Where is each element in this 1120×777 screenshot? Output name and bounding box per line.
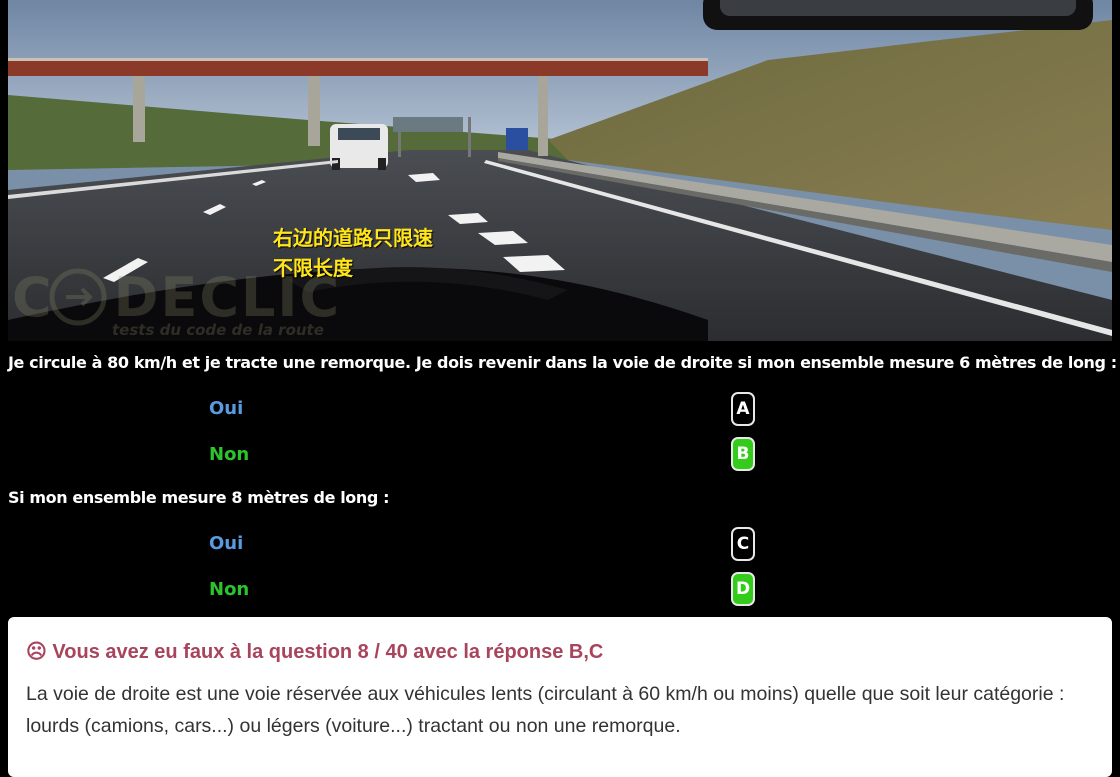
watermark-subtitle: tests du code de la route: [112, 321, 324, 339]
overlay-annotation-line2: 不限长度: [273, 256, 353, 280]
answer-c-button[interactable]: C: [731, 527, 755, 561]
overlay-annotation-line1: 右边的道路只限速: [273, 226, 433, 250]
highway-scene: C DECLIC: [8, 0, 1112, 341]
question-2-text: Si mon ensemble mesure 8 mètres de long …: [8, 488, 390, 507]
question-photo: C DECLIC 右边的道路只限速 不限长度: [8, 0, 1112, 341]
answer-a-button[interactable]: A: [731, 392, 755, 426]
feedback-explanation: La voie de droite est une voie réservée …: [26, 683, 1065, 737]
answer-c-label[interactable]: Oui: [209, 533, 243, 554]
question-1-text: Je circule à 80 km/h et je tracte une re…: [8, 353, 1117, 372]
answer-d-button[interactable]: D: [731, 572, 755, 606]
answer-b-label[interactable]: Non: [209, 444, 249, 465]
answer-d-label[interactable]: Non: [209, 579, 249, 600]
feedback-panel: ☹ Vous avez eu faux à la question 8 / 40…: [8, 617, 1112, 777]
answer-a-label[interactable]: Oui: [209, 398, 243, 419]
answer-b-button[interactable]: B: [731, 437, 755, 471]
feedback-title: ☹ Vous avez eu faux à la question 8 / 40…: [26, 641, 604, 663]
